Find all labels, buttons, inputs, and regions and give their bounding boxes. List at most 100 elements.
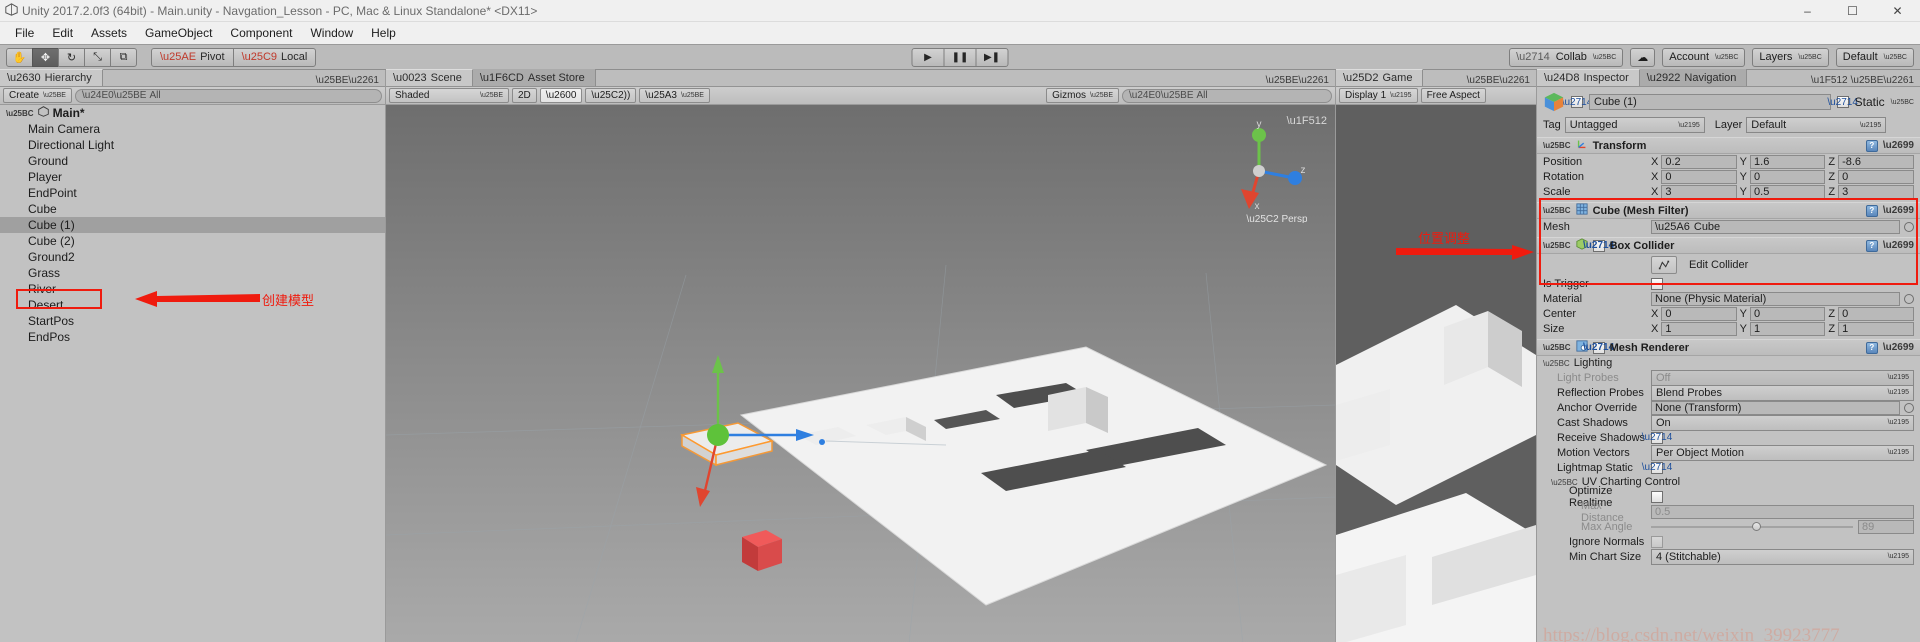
box-collider-enabled-checkbox[interactable]: \u2714 (1583, 239, 1614, 252)
scene-audio-icon[interactable]: \u25C2)) (585, 88, 637, 103)
hierarchy-item-player[interactable]: Player (0, 169, 385, 185)
lock-icon[interactable]: \u1F512 (1811, 75, 1848, 86)
menu-gameobject[interactable]: GameObject (136, 24, 221, 42)
light-probes-dropdown[interactable]: Off \u2195 (1651, 369, 1914, 386)
box-collider-header[interactable]: \u25BC \u2714 Box Collider ? \u2699 (1537, 237, 1920, 254)
scene-lighting-icon[interactable]: \u2600 (539, 88, 583, 103)
layer-dropdown[interactable]: Default \u2195 (1746, 117, 1887, 133)
help-icon[interactable]: ? (1865, 239, 1878, 252)
chevron-down-icon[interactable]: \u25BC (1543, 343, 1571, 352)
scene-axis-gizmo[interactable]: y z x \u25C2 Persp (1211, 113, 1307, 223)
gear-icon[interactable]: \u2699 (1883, 205, 1914, 216)
hierarchy-item-cube-2[interactable]: Cube (2) (0, 233, 385, 249)
tab-hierarchy[interactable]: \u2630 Hierarchy (0, 69, 103, 86)
scale-tool-icon[interactable]: ⤡ (84, 47, 111, 67)
ignore-normals-checkbox[interactable]: \u2714 (1651, 535, 1663, 548)
menu-component[interactable]: Component (221, 24, 301, 42)
hierarchy-item-cube[interactable]: Cube (0, 201, 385, 217)
edit-collider-button[interactable] (1651, 256, 1677, 274)
rect-tool-icon[interactable]: ⧉ (110, 47, 137, 67)
center-x-input[interactable]: 0 (1661, 306, 1737, 321)
hierarchy-item-grass[interactable]: Grass (0, 265, 385, 281)
tab-scene[interactable]: \u0023 Scene (386, 69, 473, 86)
pause-button[interactable]: ❚❚ (943, 47, 977, 67)
mesh-renderer-header[interactable]: \u25BC \u2714 Mesh Renderer ? \u2699 (1537, 339, 1920, 356)
chevron-down-icon[interactable]: \u25BC (1543, 206, 1571, 215)
hierarchy-scene-root[interactable]: \u25BC Main* (0, 105, 385, 121)
scale-z-input[interactable]: 3 (1838, 184, 1915, 199)
menu-file[interactable]: File (6, 24, 43, 42)
min-chart-size-dropdown[interactable]: 4 (Stitchable) \u2195 (1651, 548, 1914, 565)
account-button[interactable]: Account \u25BC (1662, 47, 1746, 67)
menu-window[interactable]: Window (301, 24, 362, 42)
optimize-realtime-checkbox[interactable]: \u2714 (1651, 490, 1663, 503)
size-x-input[interactable]: 1 (1661, 321, 1737, 336)
chevron-down-icon[interactable]: \u25BC (1543, 141, 1571, 150)
mesh-object-field[interactable]: \u25A6 Cube (1651, 219, 1900, 234)
position-y-input[interactable]: 1.6 (1750, 154, 1826, 169)
gear-icon[interactable]: \u2699 (1883, 240, 1914, 251)
pivot-button[interactable]: \u25AE Pivot (151, 47, 234, 67)
layout-button[interactable]: Default \u25BC (1835, 47, 1914, 67)
tab-inspector[interactable]: \u24D8 Inspector (1537, 69, 1640, 86)
mesh-filter-header[interactable]: \u25BC Cube (Mesh Filter) ? \u2699 (1537, 202, 1920, 219)
size-y-input[interactable]: 1 (1750, 321, 1826, 336)
scene-effects-icon[interactable]: \u25A3 \u25BE (639, 88, 710, 103)
position-x-input[interactable]: 0.2 (1661, 154, 1737, 169)
move-tool-icon[interactable]: ✥ (32, 47, 59, 67)
size-z-input[interactable]: 1 (1838, 321, 1915, 336)
reflection-probes-dropdown[interactable]: Blend Probes \u2195 (1651, 384, 1914, 401)
game-viewport[interactable] (1336, 105, 1536, 642)
center-y-input[interactable]: 0 (1750, 306, 1826, 321)
layers-button[interactable]: Layers \u25BC (1752, 47, 1829, 67)
scene-search-input[interactable]: \u24E0\u25BE All (1122, 88, 1332, 103)
lightmap-static-checkbox[interactable]: \u2714 (1642, 461, 1672, 474)
hierarchy-item-directional-light[interactable]: Directional Light (0, 137, 385, 153)
object-name-field[interactable]: Cube (1) (1589, 94, 1831, 110)
help-icon[interactable]: ? (1865, 341, 1878, 354)
anchor-override-field[interactable]: None (Transform) (1651, 400, 1900, 415)
anchor-picker-icon[interactable] (1904, 402, 1914, 413)
2d-toggle-button[interactable]: 2D (512, 88, 537, 103)
max-angle-input[interactable]: 89 (1858, 519, 1914, 534)
position-z-input[interactable]: -8.6 (1838, 154, 1915, 169)
help-icon[interactable]: ? (1865, 204, 1878, 217)
inspector-tab-menu[interactable]: \u1F512 \u25BE\u2261 (1805, 75, 1920, 86)
rotate-tool-icon[interactable]: ↻ (58, 47, 85, 67)
display-dropdown[interactable]: Display 1 \u2195 (1339, 88, 1418, 103)
hand-tool-icon[interactable]: ✋ (6, 47, 33, 67)
help-icon[interactable]: ? (1865, 139, 1878, 152)
menu-icon[interactable]: \u25BE\u2261 (1851, 75, 1914, 86)
tab-navigation[interactable]: \u2922 Navigation (1639, 69, 1748, 86)
create-button[interactable]: Create \u25BE (3, 88, 72, 103)
hierarchy-item-startpos[interactable]: StartPos (0, 313, 385, 329)
game-tab-menu-icon[interactable]: \u25BE\u2261 (1461, 75, 1536, 86)
gear-icon[interactable]: \u2699 (1883, 140, 1914, 151)
lighting-section-header[interactable]: \u25BC Lighting (1537, 356, 1920, 370)
chevron-down-icon[interactable]: \u25BC (6, 109, 34, 118)
hierarchy-item-endpos[interactable]: EndPos (0, 329, 385, 345)
hierarchy-tab-menu-icon[interactable]: \u25BE\u2261 (310, 75, 385, 86)
chevron-down-icon[interactable]: \u25BC (1543, 359, 1570, 368)
hierarchy-item-main-camera[interactable]: Main Camera (0, 121, 385, 137)
rotation-z-input[interactable]: 0 (1838, 169, 1915, 184)
transform-component-header[interactable]: \u25BC Transform ? \u2699 (1537, 137, 1920, 154)
hierarchy-tree[interactable]: \u25BC Main* Main Camera Directional Lig… (0, 105, 385, 642)
object-enabled-checkbox[interactable]: \u2714 (1562, 96, 1592, 108)
max-angle-slider[interactable] (1651, 521, 1853, 531)
menu-edit[interactable]: Edit (43, 24, 82, 42)
chevron-down-icon[interactable]: \u25BC (1543, 241, 1571, 250)
close-button[interactable]: ✕ (1875, 0, 1920, 22)
scene-tab-menu-icon[interactable]: \u25BE\u2261 (1260, 75, 1335, 86)
rotation-y-input[interactable]: 0 (1750, 169, 1826, 184)
play-button[interactable]: ▶ (911, 47, 945, 67)
menu-assets[interactable]: Assets (82, 24, 136, 42)
tab-game[interactable]: \u25D2 Game (1336, 69, 1424, 86)
scene-viewport[interactable]: y z x \u25C2 Persp \u1F512 (386, 105, 1335, 642)
is-trigger-checkbox[interactable]: \u2714 (1651, 277, 1663, 290)
gizmos-dropdown[interactable]: Gizmos \u25BE (1046, 88, 1119, 103)
collab-button[interactable]: \u2714 Collab \u25BC (1509, 47, 1624, 67)
hierarchy-item-endpoint[interactable]: EndPoint (0, 185, 385, 201)
minimize-button[interactable]: – (1785, 0, 1830, 22)
max-distance-input[interactable]: 0.5 (1651, 504, 1914, 519)
